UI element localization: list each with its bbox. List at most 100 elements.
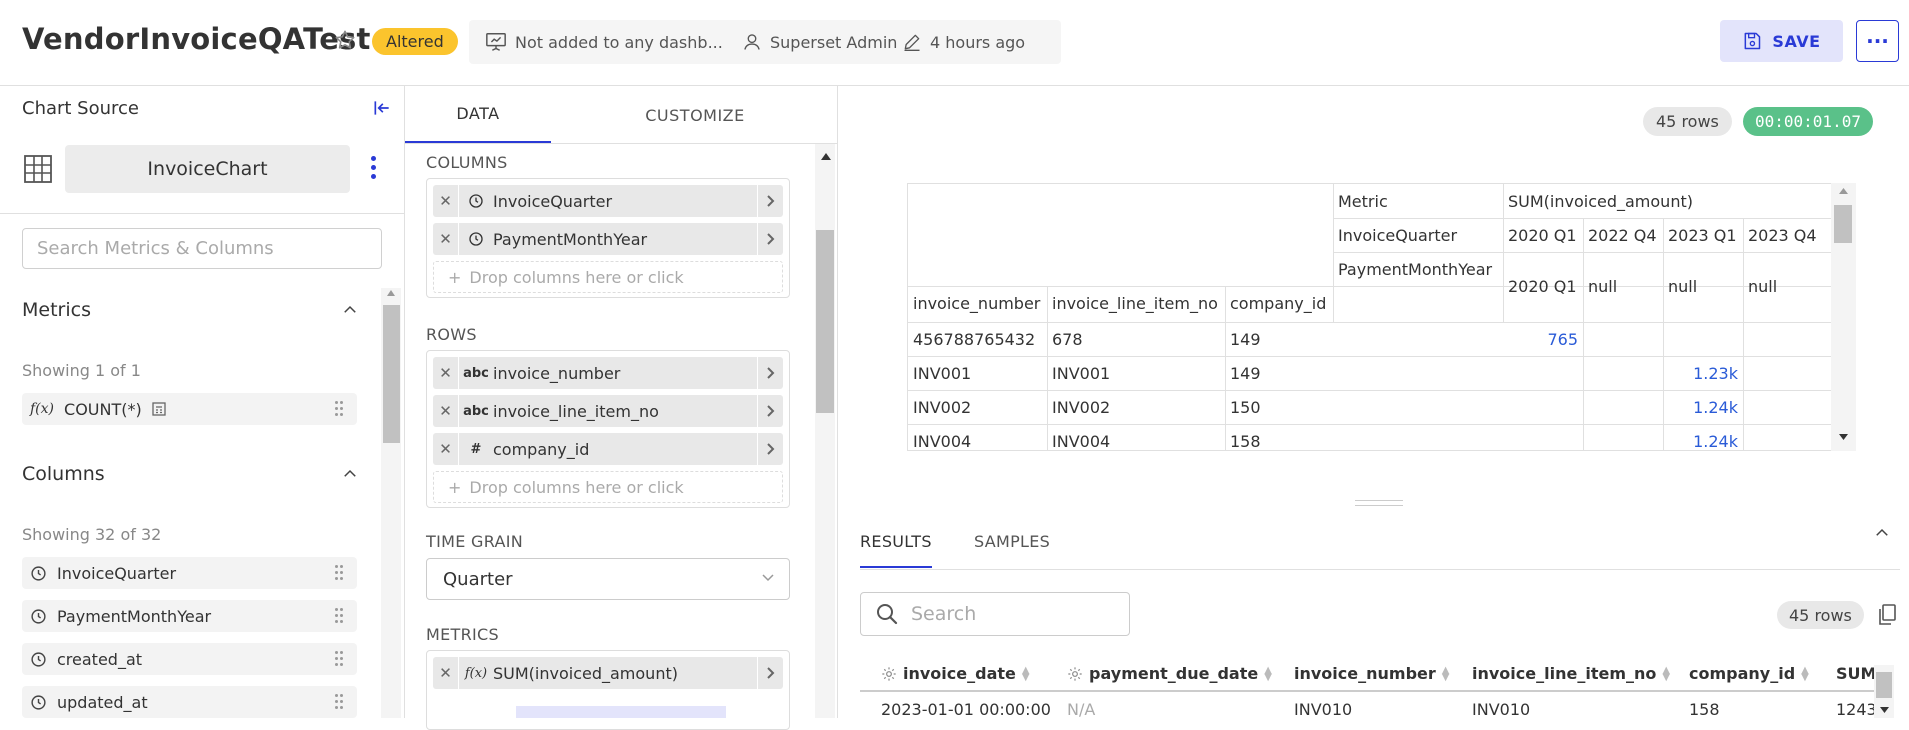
row-pill[interactable]: ✕ abc invoice_line_item_no — [433, 395, 783, 427]
pivot-quarter: 2022 Q4 — [1588, 226, 1657, 245]
sort-icon[interactable]: ▲ ▼ — [1801, 665, 1809, 682]
drop-hint-text: Drop columns here or click — [469, 477, 684, 497]
gear-icon — [881, 666, 897, 682]
modified-info[interactable]: 4 hours ago — [902, 20, 1025, 64]
tab-divider — [860, 569, 1900, 570]
chevron-right-icon[interactable] — [757, 223, 783, 255]
scroll-up-arrow-icon[interactable] — [1838, 187, 1849, 195]
scroll-up-arrow-icon[interactable] — [386, 289, 396, 297]
scroll-down-arrow-icon[interactable] — [1879, 706, 1890, 714]
resize-handle[interactable] — [1355, 500, 1403, 506]
metrics-section-title[interactable]: Metrics — [22, 299, 91, 321]
columns-control-label: COLUMNS — [426, 153, 508, 172]
results-cell: INV010 — [1472, 700, 1531, 719]
scroll-up-arrow-icon[interactable] — [820, 152, 832, 161]
altered-badge[interactable]: Altered — [372, 28, 458, 55]
results-col-label: invoice_date — [903, 664, 1016, 683]
divider — [0, 213, 404, 214]
columns-section-title[interactable]: Columns — [22, 463, 105, 485]
chevron-up-icon[interactable] — [341, 301, 359, 319]
column-item[interactable]: updated_at — [22, 686, 357, 718]
dataset-name[interactable]: InvoiceChart — [65, 145, 350, 193]
remove-icon[interactable]: ✕ — [433, 185, 459, 217]
sort-icon[interactable]: ▲ ▼ — [1442, 665, 1450, 682]
chevron-right-icon[interactable] — [757, 357, 783, 389]
string-type-icon: abc — [463, 365, 489, 381]
results-col-header[interactable]: invoice_number ▲ ▼ — [1294, 664, 1449, 683]
metric-pill[interactable]: ✕ f(x) SUM(invoiced_amount) — [433, 657, 783, 689]
sort-icon[interactable]: ▲ ▼ — [1022, 665, 1030, 682]
columns-dropzone[interactable]: ✕ InvoiceQuarter ✕ PaymentMonthYear + Dr… — [426, 178, 790, 298]
drag-handle-icon[interactable] — [335, 401, 343, 417]
sort-icon[interactable]: ▲ ▼ — [1662, 665, 1670, 682]
results-search-input[interactable]: Search — [860, 592, 1130, 636]
star-icon[interactable] — [334, 29, 356, 51]
chevron-up-icon[interactable] — [341, 465, 359, 483]
results-col-header[interactable]: payment_due_date ▲ ▼ — [1067, 664, 1272, 683]
metrics-dropzone[interactable]: ✕ f(x) SUM(invoiced_amount) — [426, 650, 790, 730]
remove-icon[interactable]: ✕ — [433, 657, 459, 689]
run-query-button-partial[interactable] — [516, 706, 726, 718]
results-col-header[interactable]: invoice_line_item_no ▲ ▼ — [1472, 664, 1670, 683]
dashboards-info[interactable]: Not added to any dashb... — [485, 20, 723, 64]
metric-item[interactable]: f(x) COUNT(*) — [22, 393, 357, 425]
chevron-up-icon[interactable] — [1873, 524, 1891, 542]
pivot-quarter: 2023 Q1 — [1668, 226, 1737, 245]
scroll-down-arrow-icon[interactable] — [1838, 433, 1849, 441]
plus-icon: + — [448, 477, 462, 497]
tab-samples[interactable]: SAMPLES — [974, 528, 1050, 568]
search-metrics-input[interactable]: Search Metrics & Columns — [22, 228, 382, 269]
drag-handle-icon[interactable] — [335, 694, 343, 710]
results-col-label: invoice_line_item_no — [1472, 664, 1657, 683]
results-col-label: SUM — [1836, 664, 1877, 683]
pivot-cell: 678 — [1052, 330, 1083, 349]
results-col-header[interactable]: company_id ▲ ▼ — [1689, 664, 1809, 683]
more-options-button[interactable]: ··· — [1856, 20, 1899, 62]
drag-handle-icon[interactable] — [335, 608, 343, 624]
results-col-header[interactable]: SUM — [1836, 664, 1876, 683]
results-scrollbar-thumb[interactable] — [1876, 672, 1892, 698]
column-label: InvoiceQuarter — [57, 563, 177, 583]
add-row-dropzone[interactable]: + Drop columns here or click — [433, 471, 783, 503]
dataset-menu-icon[interactable] — [368, 156, 378, 186]
row-pill[interactable]: ✕ # company_id — [433, 433, 783, 465]
column-item[interactable]: PaymentMonthYear — [22, 600, 357, 632]
add-column-dropzone[interactable]: + Drop columns here or click — [433, 261, 783, 293]
column-pill[interactable]: ✕ InvoiceQuarter — [433, 185, 783, 217]
remove-icon[interactable]: ✕ — [433, 223, 459, 255]
time-grain-select[interactable]: Quarter — [426, 558, 790, 600]
remove-icon[interactable]: ✕ — [433, 357, 459, 389]
tab-customize[interactable]: CUSTOMIZE — [600, 86, 790, 144]
row-pill[interactable]: ✕ abc invoice_number — [433, 357, 783, 389]
rows-control-label: ROWS — [426, 325, 477, 344]
remove-icon[interactable]: ✕ — [433, 433, 459, 465]
remove-icon[interactable]: ✕ — [433, 395, 459, 427]
metrics-showing: Showing 1 of 1 — [22, 361, 141, 380]
column-item[interactable]: InvoiceQuarter — [22, 557, 357, 589]
pill-label: company_id — [493, 439, 590, 459]
drag-handle-icon[interactable] — [335, 651, 343, 667]
chevron-right-icon[interactable] — [757, 433, 783, 465]
pivot-scrollbar[interactable] — [1831, 183, 1856, 451]
collapse-panel-icon[interactable] — [372, 98, 392, 118]
chevron-right-icon[interactable] — [757, 395, 783, 427]
sort-icon[interactable]: ▲ ▼ — [1264, 665, 1272, 682]
column-pill[interactable]: ✕ PaymentMonthYear — [433, 223, 783, 255]
left-scrollbar-thumb[interactable] — [383, 305, 400, 443]
save-button[interactable]: SAVE — [1720, 20, 1843, 62]
pivot-cell: INV001 — [1052, 364, 1111, 383]
owner-info[interactable]: Superset Admin — [742, 20, 897, 64]
results-col-header[interactable]: invoice_date ▲ ▼ — [881, 664, 1030, 683]
column-item[interactable]: created_at — [22, 643, 357, 675]
tab-results[interactable]: RESULTS — [860, 528, 932, 568]
pill-label: InvoiceQuarter — [493, 191, 613, 211]
copy-icon[interactable] — [1877, 604, 1897, 626]
control-scrollbar-thumb[interactable] — [816, 230, 834, 413]
chevron-right-icon[interactable] — [757, 185, 783, 217]
chevron-right-icon[interactable] — [757, 657, 783, 689]
tab-data[interactable]: DATA — [405, 86, 551, 144]
drag-handle-icon[interactable] — [335, 565, 343, 581]
chart-title[interactable]: VendorInvoiceQATest — [22, 22, 371, 56]
pivot-scrollbar-thumb[interactable] — [1834, 205, 1852, 243]
rows-dropzone[interactable]: ✕ abc invoice_number ✕ abc invoice_line_… — [426, 350, 790, 508]
